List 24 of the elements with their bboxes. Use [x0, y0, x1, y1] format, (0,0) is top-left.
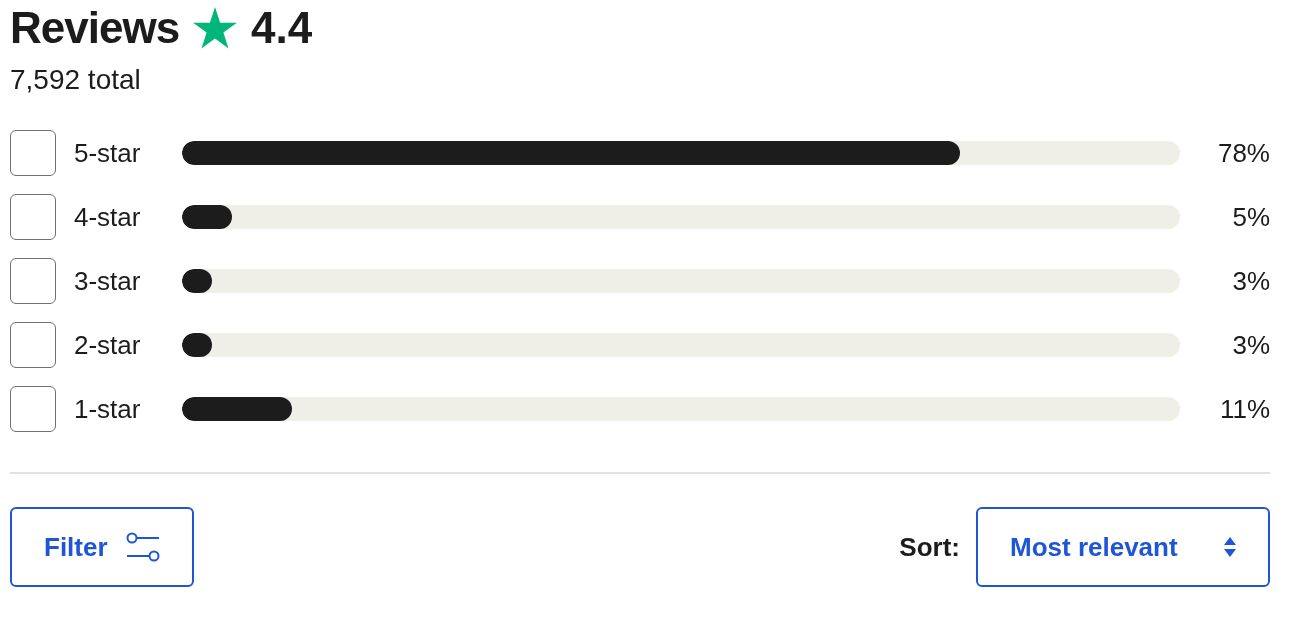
star-label: 1-star	[74, 393, 142, 425]
star-label: 2-star	[74, 329, 142, 361]
rating-value: 4.4	[251, 3, 313, 53]
rating-checkbox[interactable]	[10, 130, 56, 176]
rating-percent: 3%	[1231, 265, 1270, 297]
star-label: 3-star	[74, 265, 142, 297]
star-icon	[193, 7, 238, 49]
rating-checkbox[interactable]	[10, 258, 56, 304]
star-label: 4-star	[74, 201, 142, 233]
rating-checkbox[interactable]	[10, 386, 56, 432]
rating-percent: 78%	[1216, 137, 1270, 169]
sort-arrows-icon	[1224, 537, 1236, 557]
rating-checkbox[interactable]	[10, 194, 56, 240]
filter-button[interactable]: Filter	[10, 507, 194, 587]
sort-dropdown[interactable]: Most relevant	[976, 507, 1270, 587]
sort-label: Sort:	[899, 531, 960, 563]
sliders-icon	[125, 532, 160, 562]
rating-percent: 5%	[1231, 201, 1270, 233]
star-label: 5-star	[74, 137, 142, 169]
reviews-title: Reviews	[10, 3, 180, 53]
rating-percent: 3%	[1231, 329, 1270, 361]
review-total: 7,592 total	[10, 64, 142, 96]
rating-checkbox[interactable]	[10, 322, 56, 368]
rating-percent: 11%	[1218, 393, 1270, 425]
